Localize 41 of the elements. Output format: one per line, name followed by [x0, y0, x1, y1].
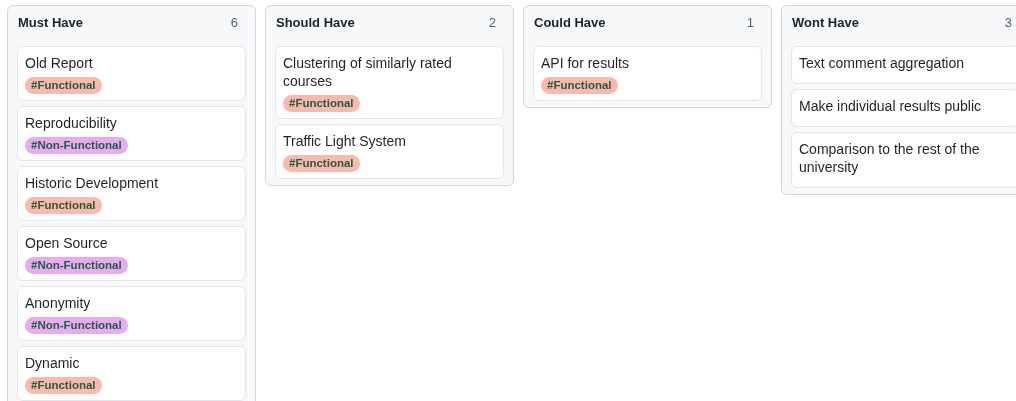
column-title: Must Have: [18, 14, 84, 33]
item-count: 3: [1004, 14, 1012, 33]
item-count: 2: [488, 14, 496, 33]
label-tag[interactable]: #Non-Functional: [25, 137, 128, 154]
item-count: 6: [230, 14, 238, 33]
column-title: Wont Have: [792, 14, 859, 33]
label-tag[interactable]: #Functional: [25, 377, 102, 394]
task-card[interactable]: Traffic Light System #Functional: [275, 124, 504, 179]
card-title: Dynamic: [25, 354, 81, 372]
card-title: Anonymity: [25, 294, 92, 312]
label-tag[interactable]: #Non-Functional: [25, 257, 128, 274]
card-title: Reproducibility: [25, 114, 118, 132]
card-title: Comparison to the rest of the university: [799, 140, 981, 176]
task-card[interactable]: API for results #Functional: [533, 46, 762, 101]
task-card[interactable]: Reproducibility #Non-Functional: [17, 106, 246, 161]
label-tag[interactable]: #Functional: [283, 155, 360, 172]
label-tag[interactable]: #Functional: [25, 77, 102, 94]
card-title: Make individual results public: [799, 97, 983, 115]
label-tag[interactable]: #Functional: [25, 197, 102, 214]
task-card[interactable]: Old Report #Functional: [17, 46, 246, 101]
task-card[interactable]: Historic Development #Functional: [17, 166, 246, 221]
label-tag[interactable]: #Functional: [541, 77, 618, 94]
item-count: 1: [746, 14, 754, 33]
card-title: Clustering of similarly rated courses: [283, 54, 453, 90]
card-title: API for results: [541, 54, 630, 72]
task-card[interactable]: Comparison to the rest of the university: [791, 132, 1016, 188]
card-title: Traffic Light System: [283, 132, 407, 150]
label-tag[interactable]: #Functional: [283, 95, 360, 112]
column-title: Could Have: [534, 14, 606, 33]
column-title: Should Have: [276, 14, 355, 33]
task-card[interactable]: Text comment aggregation: [791, 46, 1016, 84]
card-title: Text comment aggregation: [799, 54, 965, 72]
label-tag[interactable]: #Non-Functional: [25, 317, 128, 334]
task-card[interactable]: Dynamic #Functional: [17, 346, 246, 401]
task-card[interactable]: Make individual results public: [791, 89, 1016, 127]
task-card[interactable]: Clustering of similarly rated courses #Functional: [275, 46, 504, 119]
card-title: Old Report: [25, 54, 94, 72]
task-card[interactable]: Anonymity #Non-Functional: [17, 286, 246, 341]
task-card[interactable]: Open Source #Non-Functional: [17, 226, 246, 281]
card-title: Historic Development: [25, 174, 160, 192]
card-title: Open Source: [25, 234, 109, 252]
